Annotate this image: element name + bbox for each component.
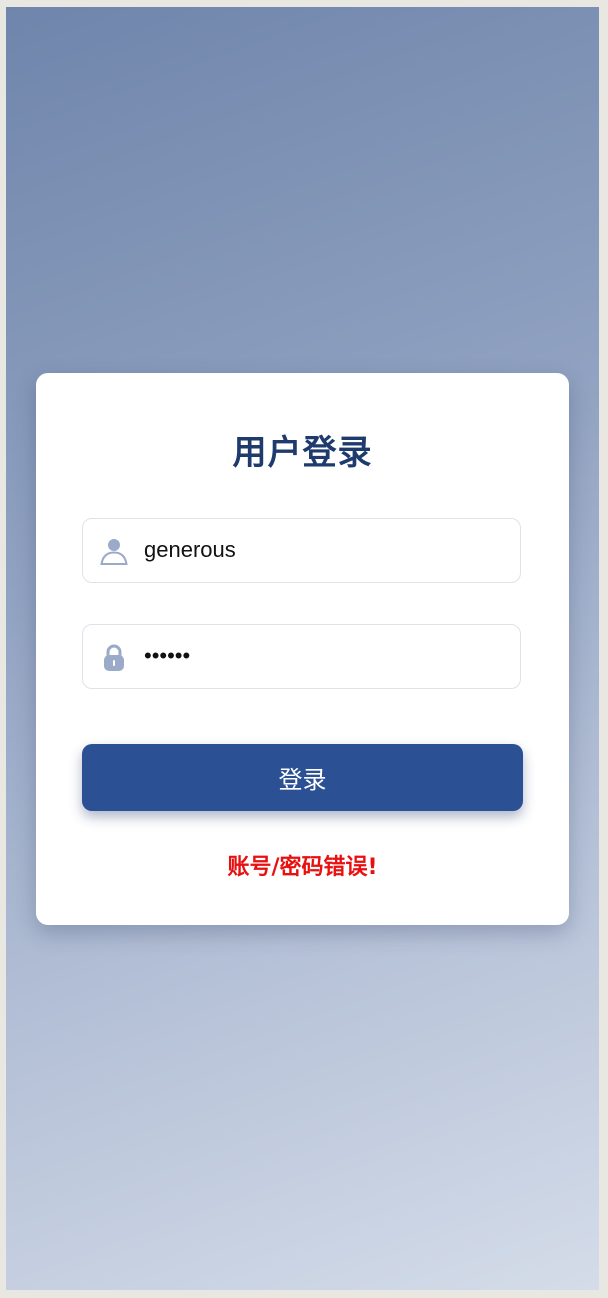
password-input[interactable] [144, 625, 504, 687]
login-button[interactable]: 登录 [82, 744, 523, 811]
username-field[interactable] [82, 518, 521, 583]
page-background: 用户登录 登录 账号/密码错误! [6, 7, 599, 1290]
lock-icon [99, 642, 129, 672]
username-input[interactable] [144, 519, 504, 581]
user-icon [99, 536, 129, 566]
error-message: 账号/密码错误! [227, 855, 378, 880]
login-card: 用户登录 登录 账号/密码错误! [36, 373, 569, 925]
page-title: 用户登录 [232, 433, 373, 473]
password-field[interactable] [82, 624, 521, 689]
